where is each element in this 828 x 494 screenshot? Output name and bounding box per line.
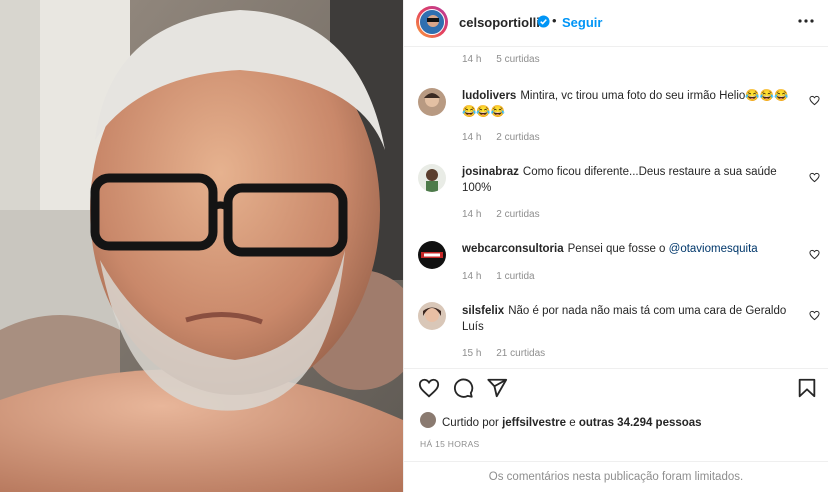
comment-time: 14 h — [462, 132, 482, 143]
commenter-username[interactable]: silsfelix — [462, 305, 504, 317]
comments-list[interactable]: 14 h 5 curtidas ludolivers Mintira, vc ti… — [404, 46, 828, 368]
commenter-avatar[interactable] — [418, 241, 446, 269]
author-avatar[interactable] — [419, 9, 445, 35]
post-actions: Curtido por jeffsilvestre e outras 34.29… — [404, 368, 828, 493]
comment-time: 14 h — [462, 271, 482, 282]
selfie-image — [0, 0, 403, 492]
commenter-username[interactable]: webcarconsultoria — [462, 243, 564, 255]
comment-meta: 14 h 2 curtidas — [462, 209, 552, 220]
comment-time: 15 h — [462, 348, 482, 359]
like-comment-icon[interactable] — [809, 249, 820, 260]
comment-bubble-icon[interactable] — [452, 377, 474, 399]
comment-likes[interactable]: 5 curtidas — [496, 54, 539, 65]
verified-badge-icon — [537, 15, 550, 28]
post-timestamp[interactable]: HÁ 15 HORAS — [420, 439, 480, 449]
comments-limited-notice: Os comentários nesta publicação foram li… — [404, 461, 828, 494]
comment-likes[interactable]: 21 curtidas — [496, 348, 545, 359]
commenter-username[interactable]: josinabraz — [462, 166, 519, 178]
likes-conjunction: e — [569, 417, 576, 429]
comment-likes[interactable]: 2 curtidas — [496, 209, 539, 220]
share-send-icon[interactable] — [486, 377, 508, 399]
comment-meta: 14 h 1 curtida — [462, 271, 547, 282]
commenter-avatar[interactable] — [418, 302, 446, 330]
comment-meta: 14 h 5 curtidas — [462, 54, 552, 65]
commenter-username[interactable]: ludolivers — [462, 90, 516, 102]
comment-time: 14 h — [462, 209, 482, 220]
like-comment-icon[interactable] — [809, 172, 820, 183]
liker-username[interactable]: jeffsilvestre — [502, 417, 566, 429]
comment-meta: 14 h 2 curtidas — [462, 132, 552, 143]
comment-time: 14 h — [462, 54, 482, 65]
like-comment-icon[interactable] — [809, 95, 820, 106]
comment-meta: 15 h 21 curtidas — [462, 348, 557, 359]
comment-body: Pensei que fosse o — [567, 243, 669, 255]
commenter-avatar[interactable] — [418, 88, 446, 116]
comment-text: josinabraz Como ficou diferente...Deus re… — [462, 164, 792, 196]
comment-text: webcarconsultoria Pensei que fosse o @ota… — [462, 241, 792, 257]
like-comment-icon[interactable] — [809, 310, 820, 321]
follow-button[interactable]: Seguir — [562, 15, 602, 30]
likes-summary: Curtido por jeffsilvestre e outras 34.29… — [442, 417, 702, 429]
post-side-panel: celsoportiolli • Seguir 14 h 5 curtidas … — [403, 0, 828, 492]
comment-body: Não é por nada não mais tá com uma cara … — [462, 305, 787, 333]
commenter-avatar[interactable] — [418, 164, 446, 192]
comment-mention-link[interactable]: @otaviomesquita — [669, 243, 758, 255]
more-options-icon[interactable] — [796, 11, 816, 31]
likes-count-link[interactable]: outras 34.294 pessoas — [579, 417, 702, 429]
liker-avatar[interactable] — [420, 412, 436, 428]
separator-dot: • — [552, 13, 557, 28]
comment-text: ludolivers Mintira, vc tirou uma foto do … — [462, 88, 792, 120]
likes-prefix: Curtido por — [442, 417, 499, 429]
save-bookmark-icon[interactable] — [796, 377, 818, 399]
post-photo[interactable] — [0, 0, 403, 492]
post-header: celsoportiolli • Seguir — [404, 0, 828, 47]
like-heart-icon[interactable] — [418, 377, 440, 399]
author-username[interactable]: celsoportiolli — [459, 15, 540, 30]
comment-text: silsfelix Não é por nada não mais tá com … — [462, 303, 792, 335]
comment-likes[interactable]: 2 curtidas — [496, 132, 539, 143]
comment-likes[interactable]: 1 curtida — [496, 271, 534, 282]
